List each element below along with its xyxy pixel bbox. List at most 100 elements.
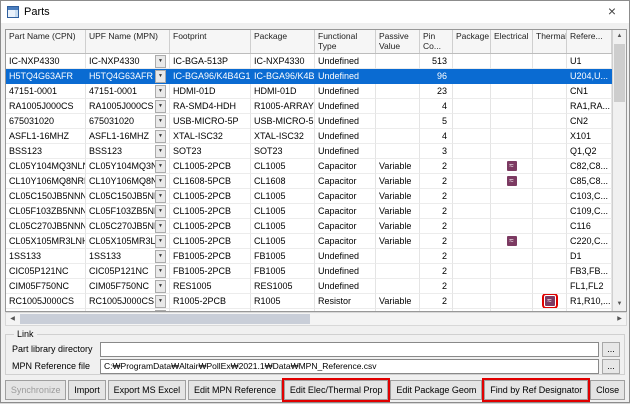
cell-ref[interactable]: CN1 xyxy=(567,84,612,99)
cell-electrical[interactable] xyxy=(491,129,533,144)
close-icon[interactable]: × xyxy=(597,1,627,23)
cell-electrical[interactable]: ≈ xyxy=(491,159,533,174)
cell-electrical[interactable] xyxy=(491,204,533,219)
cell-pkg2[interactable] xyxy=(453,204,491,219)
cell-pvalue[interactable]: Variable xyxy=(376,219,420,234)
import-button[interactable]: Import xyxy=(68,380,105,400)
cell-ftype[interactable]: Undefined xyxy=(315,114,376,129)
cell-package[interactable]: IC-NXP4330 xyxy=(251,54,315,69)
cell-mpn[interactable]: CIM05F750NC▼ xyxy=(86,279,170,294)
column-header-cpn[interactable]: Part Name (CPN) xyxy=(6,30,86,53)
cell-electrical[interactable] xyxy=(491,279,533,294)
cell-cpn[interactable]: CL05C270JB5NNNC xyxy=(6,219,86,234)
cell-pins[interactable]: 2 xyxy=(420,279,453,294)
cell-pins[interactable]: 2 xyxy=(420,234,453,249)
edit-package-geom-button[interactable]: Edit Package Geom xyxy=(390,380,482,400)
column-header-pvalue[interactable]: Passive Value xyxy=(376,30,420,53)
column-header-thermal[interactable]: Thermal xyxy=(533,30,567,53)
mpn-dropdown-arrow-icon[interactable]: ▼ xyxy=(155,145,166,158)
cell-footprint[interactable]: CL1005-2PCB xyxy=(170,234,251,249)
mpn-dropdown-arrow-icon[interactable]: ▼ xyxy=(155,205,166,218)
cell-pins[interactable]: 2 xyxy=(420,189,453,204)
cell-ftype[interactable]: Capacitor xyxy=(315,174,376,189)
cell-pkg2[interactable] xyxy=(453,264,491,279)
scroll-right-icon[interactable]: ▶ xyxy=(613,313,626,325)
cell-thermal[interactable] xyxy=(533,234,567,249)
mpn-dropdown-arrow-icon[interactable]: ▼ xyxy=(155,295,166,308)
cell-ref[interactable]: C116 xyxy=(567,219,612,234)
cell-thermal[interactable] xyxy=(533,54,567,69)
table-row[interactable]: CL10Y106MQ8NRNCCL10Y106MQ8NRNC▼CL1608-5P… xyxy=(6,174,612,189)
cell-package[interactable]: CL1005 xyxy=(251,189,315,204)
cell-pins[interactable]: 23 xyxy=(420,84,453,99)
cell-pins[interactable]: 513 xyxy=(420,54,453,69)
cell-electrical[interactable]: ≈ xyxy=(491,174,533,189)
scroll-up-icon[interactable]: ▲ xyxy=(613,30,626,43)
cell-cpn[interactable]: RA1005J000CS xyxy=(6,99,86,114)
close-button[interactable]: Close xyxy=(590,380,625,400)
cell-thermal[interactable] xyxy=(533,144,567,159)
cell-cpn[interactable]: RC1005J000CS xyxy=(6,294,86,309)
column-header-package[interactable]: Package xyxy=(251,30,315,53)
edit-mpn-reference-button[interactable]: Edit MPN Reference xyxy=(188,380,282,400)
cell-mpn[interactable]: 47151-0001▼ xyxy=(86,84,170,99)
cell-pkg2[interactable] xyxy=(453,144,491,159)
synchronize-button[interactable]: Synchronize xyxy=(5,380,66,400)
cell-ftype[interactable]: Undefined xyxy=(315,84,376,99)
cell-footprint[interactable]: HDMI-01D xyxy=(170,84,251,99)
cell-footprint[interactable]: RES1005 xyxy=(170,279,251,294)
table-row[interactable]: CL05C150JB5NNNCCL05C150JB5NNNC▼CL1005-2P… xyxy=(6,189,612,204)
cell-electrical[interactable] xyxy=(491,219,533,234)
cell-package[interactable]: RES1005 xyxy=(251,279,315,294)
cell-package[interactable]: IC-BGA96/K4B4G16 xyxy=(251,69,315,84)
cell-ref[interactable]: X101 xyxy=(567,129,612,144)
cell-electrical[interactable] xyxy=(491,144,533,159)
cell-pvalue[interactable]: Variable xyxy=(376,204,420,219)
mpn-reference-input[interactable] xyxy=(100,359,599,374)
cell-ftype[interactable]: Undefined xyxy=(315,264,376,279)
cell-package[interactable]: SOT23 xyxy=(251,144,315,159)
cell-pins[interactable]: 2 xyxy=(420,204,453,219)
cell-ftype[interactable]: Resistor xyxy=(315,294,376,309)
cell-cpn[interactable]: CL05Y104MQ3NLNC xyxy=(6,159,86,174)
cell-mpn[interactable]: CL05C270JB5NNNC▼ xyxy=(86,219,170,234)
cell-ftype[interactable]: Undefined xyxy=(315,54,376,69)
cell-mpn[interactable]: RC1005J000CS▼ xyxy=(86,294,170,309)
table-row[interactable]: IC-NXP4330IC-NXP4330▼IC-BGA-513PIC-NXP43… xyxy=(6,54,612,69)
export-ms-excel-button[interactable]: Export MS Excel xyxy=(108,380,186,400)
cell-mpn[interactable]: CL05C150JB5NNNC▼ xyxy=(86,189,170,204)
cell-package[interactable]: HDMI-01D xyxy=(251,84,315,99)
cell-ref[interactable]: C220,C... xyxy=(567,234,612,249)
column-header-pkg2[interactable]: Package xyxy=(453,30,491,53)
column-header-ref[interactable]: Refere... xyxy=(567,30,612,53)
cell-electrical[interactable] xyxy=(491,114,533,129)
table-row[interactable]: 675031020675031020▼USB-MICRO-5PUSB-MICRO… xyxy=(6,114,612,129)
cell-cpn[interactable]: H5TQ4G63AFR xyxy=(6,69,86,84)
mpn-dropdown-arrow-icon[interactable]: ▼ xyxy=(155,235,166,248)
cell-electrical[interactable] xyxy=(491,84,533,99)
table-row[interactable]: CIM05F750NCCIM05F750NC▼RES1005RES1005Und… xyxy=(6,279,612,294)
cell-mpn[interactable]: CL05Y104MQ3NLNC▼ xyxy=(86,159,170,174)
cell-pkg2[interactable] xyxy=(453,99,491,114)
cell-thermal[interactable] xyxy=(533,99,567,114)
cell-ftype[interactable]: Undefined xyxy=(315,69,376,84)
cell-cpn[interactable]: CL05F103ZB5NNNC xyxy=(6,204,86,219)
cell-package[interactable]: CL1005 xyxy=(251,204,315,219)
cell-ftype[interactable]: Undefined xyxy=(315,129,376,144)
cell-mpn[interactable]: H5TQ4G63AFR▼ xyxy=(86,69,170,84)
cell-package[interactable]: CL1608 xyxy=(251,174,315,189)
column-header-electrical[interactable]: Electrical xyxy=(491,30,533,53)
table-row[interactable]: BSS123BSS123▼SOT23SOT23Undefined3Q1,Q2 xyxy=(6,144,612,159)
cell-pins[interactable]: 2 xyxy=(420,174,453,189)
table-row[interactable]: CIC05P121NCCIC05P121NC▼FB1005-2PCBFB1005… xyxy=(6,264,612,279)
cell-thermal[interactable] xyxy=(533,189,567,204)
cell-pvalue[interactable] xyxy=(376,114,420,129)
cell-thermal[interactable] xyxy=(533,69,567,84)
cell-footprint[interactable]: CL1005-2PCB xyxy=(170,159,251,174)
cell-electrical[interactable] xyxy=(491,264,533,279)
cell-pvalue[interactable]: Variable xyxy=(376,234,420,249)
electrical-model-icon[interactable]: ≈ xyxy=(507,176,517,186)
cell-thermal[interactable] xyxy=(533,219,567,234)
cell-footprint[interactable]: CL1005-2PCB xyxy=(170,219,251,234)
cell-pvalue[interactable]: Variable xyxy=(376,294,420,309)
